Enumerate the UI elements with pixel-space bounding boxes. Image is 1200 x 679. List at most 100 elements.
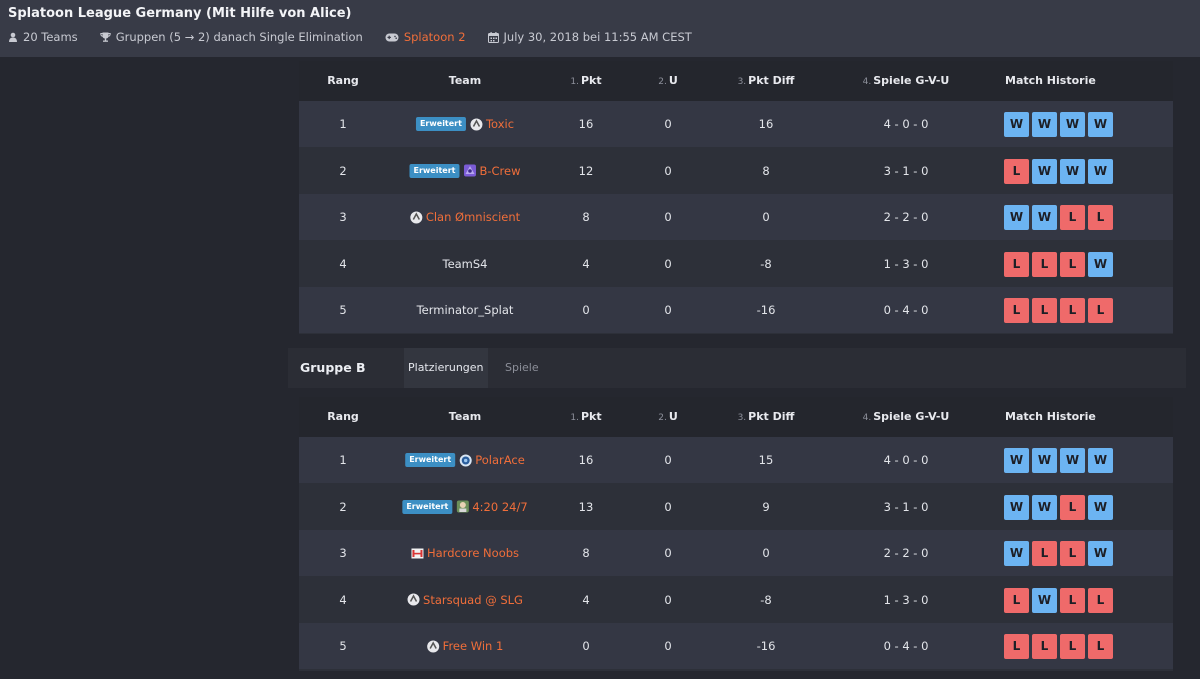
team-name[interactable]: B-Crew: [479, 164, 520, 178]
team-cell: Erweitert PolarAce: [405, 437, 525, 483]
match-win-badge[interactable]: W: [1004, 448, 1029, 473]
team-name[interactable]: Toxic: [486, 117, 514, 131]
rank-cell: 2: [339, 499, 347, 514]
col-rank[interactable]: Rang: [327, 61, 359, 101]
match-win-badge[interactable]: W: [1032, 205, 1057, 231]
team-logo-icon: [411, 547, 424, 560]
team-cell: Free Win 1: [427, 623, 504, 669]
team-logo-icon: [463, 164, 476, 177]
team-name[interactable]: 4:20 24/7: [472, 500, 527, 514]
match-win-badge[interactable]: W: [1004, 541, 1029, 567]
match-loss-badge[interactable]: L: [1004, 298, 1029, 324]
tab-games[interactable]: Spiele: [501, 348, 543, 388]
team-name[interactable]: PolarAce: [475, 453, 525, 467]
games-record-cell: 4 - 0 - 0: [883, 117, 929, 131]
match-loss-badge[interactable]: L: [1004, 251, 1029, 277]
team-cell: Terminator_Splat: [417, 287, 514, 333]
col-u[interactable]: 2. U: [658, 61, 678, 101]
match-loss-badge[interactable]: L: [1004, 158, 1029, 184]
match-win-badge[interactable]: W: [1060, 158, 1085, 184]
match-loss-badge[interactable]: L: [1004, 634, 1029, 660]
group-b-bar: Gruppe B Platzierungen Spiele: [288, 348, 1186, 388]
points-cell: 8: [582, 546, 590, 561]
match-win-badge[interactable]: W: [1004, 205, 1029, 231]
match-win-badge[interactable]: W: [1032, 158, 1057, 184]
match-win-badge[interactable]: W: [1004, 112, 1029, 137]
match-win-badge[interactable]: W: [1032, 494, 1057, 520]
match-loss-badge[interactable]: L: [1032, 251, 1057, 277]
draws-cell: 0: [664, 303, 672, 318]
match-win-badge[interactable]: W: [1004, 494, 1029, 520]
meta-game[interactable]: Splatoon 2: [385, 30, 466, 44]
team-name[interactable]: Hardcore Noobs: [427, 546, 519, 560]
draws-cell: 0: [664, 163, 672, 178]
tab-standings[interactable]: Platzierungen: [404, 348, 488, 388]
team-name[interactable]: Free Win 1: [443, 639, 504, 653]
draws-cell: 0: [664, 256, 672, 271]
points-cell: 4: [582, 256, 590, 271]
match-loss-badge[interactable]: L: [1032, 541, 1057, 567]
points-cell: 16: [578, 117, 594, 131]
col-team[interactable]: Team: [449, 397, 481, 437]
match-loss-badge[interactable]: L: [1060, 634, 1085, 660]
team-logo-icon: [427, 640, 440, 653]
col-games-label: Spiele G-V-U: [873, 410, 950, 423]
match-loss-badge[interactable]: L: [1032, 634, 1057, 660]
match-loss-badge[interactable]: L: [1088, 587, 1113, 613]
team-name[interactable]: Clan Ømniscient: [426, 210, 520, 224]
match-loss-badge[interactable]: L: [1060, 251, 1085, 277]
col-diff[interactable]: 3. Pkt Diff: [738, 61, 795, 101]
match-loss-badge[interactable]: L: [1088, 205, 1113, 231]
match-loss-badge[interactable]: L: [1060, 205, 1085, 231]
points-cell: 16: [578, 453, 594, 467]
rank-cell: 4: [339, 256, 347, 271]
col-games-num: 4.: [862, 413, 872, 423]
col-team[interactable]: Team: [449, 61, 481, 101]
game-link[interactable]: Splatoon 2: [404, 30, 466, 44]
team-cell: TeamS4: [442, 241, 487, 287]
point-diff-cell: 0: [762, 210, 770, 225]
match-win-badge[interactable]: W: [1088, 112, 1113, 137]
col-u-label: U: [668, 74, 678, 87]
match-loss-badge[interactable]: L: [1088, 298, 1113, 324]
col-rank[interactable]: Rang: [327, 397, 359, 437]
team-name[interactable]: Starsquad @ SLG: [423, 593, 523, 607]
points-cell: 12: [578, 163, 594, 178]
match-win-badge[interactable]: W: [1060, 448, 1085, 473]
col-u[interactable]: 2. U: [658, 397, 678, 437]
col-games[interactable]: 4. Spiele G-V-U: [863, 397, 950, 437]
col-u-num: 2.: [658, 77, 667, 87]
games-record-cell: 3 - 1 - 0: [883, 499, 929, 514]
match-win-badge[interactable]: W: [1088, 448, 1113, 473]
team-name: Terminator_Splat: [416, 303, 514, 318]
rank-cell: 4: [339, 592, 347, 607]
match-win-badge[interactable]: W: [1088, 251, 1113, 277]
meta-teams-text: 20 Teams: [23, 30, 78, 44]
points-cell: 4: [582, 592, 590, 607]
col-history: Match Historie: [1005, 410, 1096, 423]
table-header: Rang Team 1. Pkt 2. U 3. Pkt Diff 4. Spiele …: [299, 61, 1173, 101]
col-diff[interactable]: 3. Pkt Diff: [738, 397, 795, 437]
match-loss-badge[interactable]: L: [1060, 298, 1085, 324]
match-win-badge[interactable]: W: [1032, 448, 1057, 473]
match-win-badge[interactable]: W: [1088, 158, 1113, 184]
match-loss-badge[interactable]: L: [1060, 494, 1085, 520]
match-history: WWWW: [1004, 112, 1116, 137]
col-games[interactable]: 4. Spiele G-V-U: [863, 61, 950, 101]
match-win-badge[interactable]: W: [1032, 112, 1057, 137]
match-win-badge[interactable]: W: [1032, 587, 1057, 613]
team-cell: Erweitert 4:20 24/7: [402, 484, 528, 530]
col-pkt[interactable]: 1. Pkt: [570, 61, 601, 101]
match-loss-badge[interactable]: L: [1088, 634, 1113, 660]
match-loss-badge[interactable]: L: [1004, 587, 1029, 613]
match-win-badge[interactable]: W: [1088, 541, 1113, 567]
match-loss-badge[interactable]: L: [1032, 298, 1057, 324]
col-pkt[interactable]: 1. Pkt: [570, 397, 601, 437]
match-loss-badge[interactable]: L: [1060, 541, 1085, 567]
premium-badge: Erweitert: [405, 453, 456, 467]
gamepad-icon: [385, 33, 399, 41]
premium-badge: Erweitert: [415, 117, 466, 131]
match-win-badge[interactable]: W: [1060, 112, 1085, 137]
match-win-badge[interactable]: W: [1088, 494, 1113, 520]
match-loss-badge[interactable]: L: [1060, 587, 1085, 613]
